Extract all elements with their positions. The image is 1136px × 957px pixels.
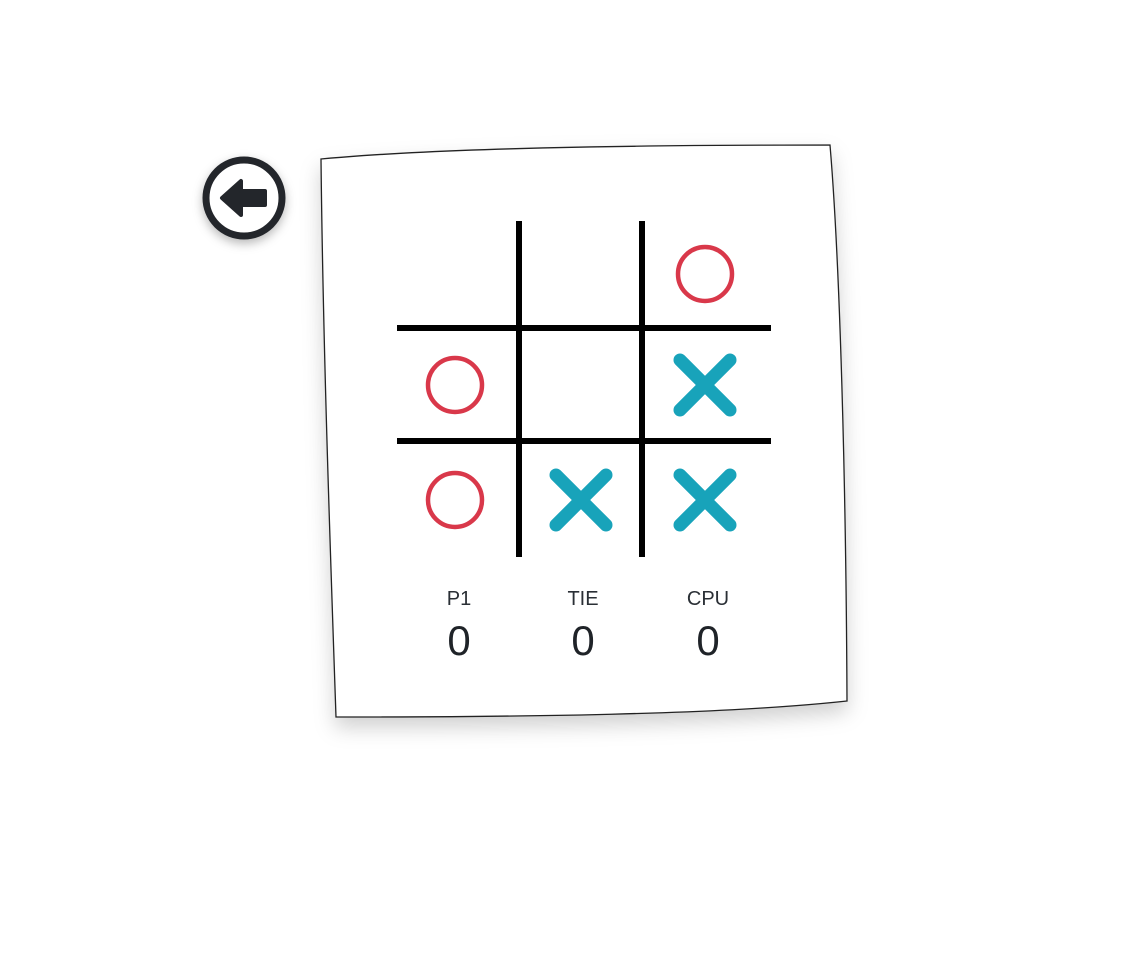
x-mark	[549, 468, 613, 532]
o-mark	[425, 470, 485, 530]
score-value: 0	[447, 617, 471, 664]
board-cell[interactable]	[523, 221, 639, 327]
game-card: P1 0 TIE 0 CPU 0	[318, 143, 850, 721]
board-cell[interactable]	[523, 447, 639, 553]
board-cell[interactable]	[397, 221, 513, 327]
game-screen: P1 0 TIE 0 CPU 0	[0, 0, 1136, 957]
board-cell[interactable]	[647, 221, 763, 327]
score-value: 0	[696, 617, 720, 664]
grid-line-vertical-1	[516, 221, 522, 557]
score-label: CPU	[686, 588, 730, 610]
board-cell[interactable]	[647, 332, 763, 438]
board-cell[interactable]	[397, 447, 513, 553]
score-p1: P1 0	[409, 587, 509, 665]
o-mark	[425, 355, 485, 415]
board-cell[interactable]	[523, 332, 639, 438]
x-mark	[673, 353, 737, 417]
x-mark	[673, 468, 737, 532]
board-cell[interactable]	[647, 447, 763, 553]
board-cell[interactable]	[397, 332, 513, 438]
tic-tac-toe-board	[397, 221, 771, 557]
score-label: TIE	[567, 588, 599, 610]
grid-line-vertical-2	[639, 221, 645, 557]
score-value: 0	[571, 617, 595, 664]
o-mark	[675, 244, 735, 304]
grid-line-horizontal-2	[397, 438, 771, 444]
arrow-left-circle-icon	[202, 156, 286, 240]
back-button[interactable]	[201, 155, 287, 241]
score-label: P1	[446, 588, 472, 610]
score-cpu: CPU 0	[658, 587, 758, 665]
score-tie: TIE 0	[533, 587, 633, 665]
